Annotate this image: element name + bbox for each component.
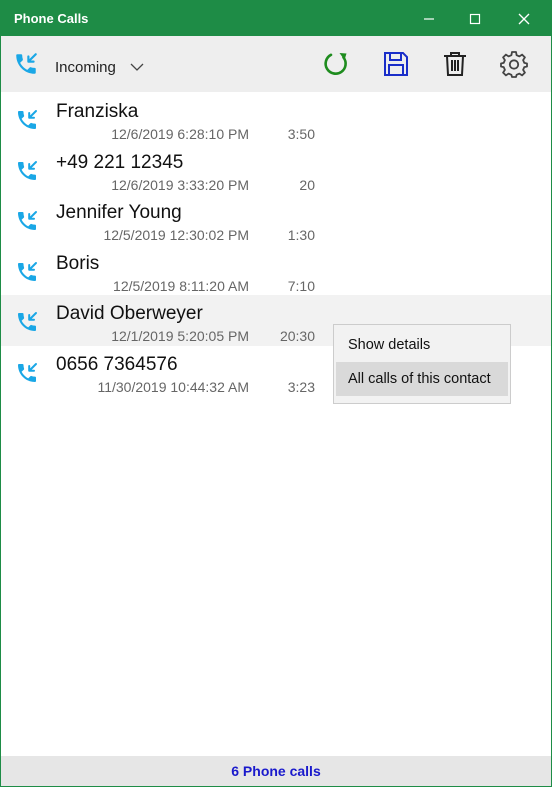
call-duration: 1:30 (287, 227, 315, 244)
call-row[interactable]: Boris 12/5/2019 8:11:20 AM 7:10 (1, 245, 551, 296)
trash-icon (444, 52, 466, 76)
incoming-call-icon (18, 211, 37, 231)
call-contact-name: +49 221 12345 (56, 151, 184, 173)
incoming-call-icon (18, 312, 37, 332)
window-title: Phone Calls (14, 11, 89, 26)
menu-item-all-calls-of-contact[interactable]: All calls of this contact (336, 362, 508, 396)
maximize-icon (469, 13, 481, 24)
call-datetime: 12/5/2019 8:11:20 AM (113, 277, 249, 294)
call-contact-name: David Oberweyer (56, 303, 203, 325)
title-bar[interactable]: Phone Calls (1, 1, 551, 36)
call-datetime: 12/6/2019 3:33:20 PM (111, 176, 249, 193)
call-contact-name: Jennifer Young (56, 202, 182, 224)
call-duration: 20:30 (279, 328, 315, 345)
call-datetime: 12/6/2019 6:28:10 PM (111, 126, 249, 142)
status-call-count: 6 Phone calls (231, 763, 321, 779)
phone-calls-window: Phone Calls Incoming Franziska 12/6/2019… (0, 0, 552, 787)
toolbar: Incoming (1, 36, 551, 92)
call-contact-name: Boris (56, 252, 100, 274)
delete-button[interactable] (441, 50, 469, 78)
call-duration: 3:50 (287, 126, 315, 142)
incoming-call-icon (18, 261, 37, 281)
close-icon (518, 13, 530, 24)
call-duration: 7:10 (287, 277, 315, 294)
status-bar: 6 Phone calls (1, 756, 551, 786)
call-contact-name: Franziska (56, 101, 139, 122)
incoming-call-icon (18, 362, 37, 382)
refresh-button[interactable] (322, 50, 350, 78)
call-datetime: 12/1/2019 5:20:05 PM (111, 328, 249, 345)
incoming-call-icon (16, 53, 37, 74)
settings-button[interactable] (500, 50, 528, 78)
context-menu: Show details All calls of this contact (333, 324, 511, 404)
minimize-icon (424, 17, 434, 20)
filter-dropdown-label: Incoming (55, 59, 116, 76)
call-row[interactable]: +49 221 12345 12/6/2019 3:33:20 PM 20 (1, 144, 551, 195)
call-duration: 3:23 (287, 378, 315, 395)
gear-icon (500, 51, 528, 78)
call-duration: 20 (299, 176, 315, 193)
menu-item-show-details[interactable]: Show details (336, 328, 508, 362)
minimize-button[interactable] (406, 1, 452, 36)
maximize-button[interactable] (452, 1, 498, 36)
refresh-icon (324, 53, 347, 75)
incoming-call-icon (18, 160, 37, 180)
incoming-call-icon (18, 110, 37, 129)
chevron-down-icon (130, 63, 144, 71)
call-datetime: 12/5/2019 12:30:02 PM (103, 227, 249, 244)
call-row[interactable]: Franziska 12/6/2019 6:28:10 PM 3:50 (1, 93, 551, 144)
call-row[interactable]: Jennifer Young 12/5/2019 12:30:02 PM 1:3… (1, 194, 551, 245)
save-icon (384, 52, 408, 76)
close-button[interactable] (501, 1, 547, 36)
call-datetime: 11/30/2019 10:44:32 AM (97, 378, 249, 395)
save-button[interactable] (382, 50, 410, 78)
call-contact-name: 0656 7364576 (56, 353, 178, 375)
